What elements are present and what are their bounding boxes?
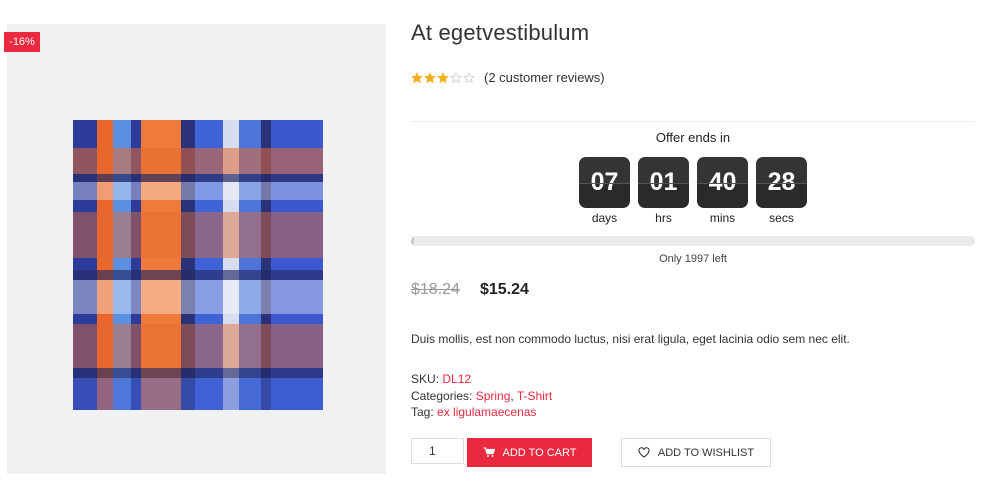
cart-icon bbox=[483, 447, 495, 457]
categories-row: Categories: Spring, T-Shirt bbox=[411, 388, 552, 405]
category-link-spring[interactable]: Spring bbox=[476, 389, 511, 403]
tag-row: Tag: ex ligulamaecenas bbox=[411, 404, 552, 421]
stock-progress-bar bbox=[411, 236, 975, 246]
quantity-input[interactable] bbox=[411, 438, 464, 464]
product-meta: SKU: DL12 Categories: Spring, T-Shirt Ta… bbox=[411, 371, 552, 421]
short-description: Duis mollis, est non commodo luctus, nis… bbox=[411, 332, 850, 346]
rating-stars bbox=[411, 71, 475, 84]
price-block: $18.24 $15.24 bbox=[411, 281, 529, 299]
star-empty-icon bbox=[463, 71, 475, 83]
countdown-timer: 07 days 01 hrs 40 mins 28 secs bbox=[579, 157, 807, 225]
product-rating: (2 customer reviews) bbox=[411, 70, 605, 85]
star-empty-icon bbox=[450, 71, 462, 83]
countdown-days-value: 07 bbox=[579, 157, 630, 208]
countdown-seconds: 28 secs bbox=[756, 157, 807, 225]
star-icon bbox=[424, 71, 436, 83]
countdown-minutes: 40 mins bbox=[697, 157, 748, 225]
add-to-cart-button[interactable]: ADD TO CART bbox=[467, 438, 592, 467]
product-title: At egetvestibulum bbox=[411, 20, 590, 45]
tag-label: Tag: bbox=[411, 405, 434, 419]
reviews-link[interactable]: (2 customer reviews) bbox=[484, 70, 605, 85]
countdown-days: 07 days bbox=[579, 157, 630, 225]
categories-label: Categories: bbox=[411, 388, 473, 403]
product-image-panel[interactable] bbox=[7, 24, 386, 474]
countdown-hours-label: hrs bbox=[655, 211, 672, 225]
category-link-tshirt[interactable]: T-Shirt bbox=[517, 389, 552, 403]
divider bbox=[411, 121, 975, 122]
sale-badge: -16% bbox=[4, 32, 40, 52]
star-icon bbox=[437, 71, 449, 83]
countdown-minutes-value: 40 bbox=[697, 157, 748, 208]
add-to-wishlist-button[interactable]: ADD TO WISHLIST bbox=[621, 438, 771, 467]
add-to-cart-label: ADD TO CART bbox=[502, 446, 577, 459]
sku-row: SKU: DL12 bbox=[411, 371, 552, 388]
sku-label: SKU: bbox=[411, 372, 440, 386]
heart-icon bbox=[638, 447, 650, 458]
countdown-hours-value: 01 bbox=[638, 157, 689, 208]
stock-progress-fill bbox=[411, 236, 414, 246]
add-to-wishlist-label: ADD TO WISHLIST bbox=[657, 446, 755, 459]
regular-price: $18.24 bbox=[411, 281, 460, 298]
product-image-scarf bbox=[73, 120, 323, 410]
star-icon bbox=[411, 71, 423, 83]
countdown-seconds-label: secs bbox=[769, 211, 794, 225]
stock-remaining: Only 1997 left bbox=[659, 253, 727, 265]
countdown-days-label: days bbox=[591, 211, 618, 225]
countdown-hours: 01 hrs bbox=[638, 157, 689, 225]
sku-value: DL12 bbox=[442, 372, 472, 386]
sale-price: $15.24 bbox=[479, 281, 529, 298]
tag-link[interactable]: ex ligulamaecenas bbox=[437, 405, 536, 419]
countdown-seconds-value: 28 bbox=[756, 157, 807, 208]
offer-label: Offer ends in bbox=[655, 130, 731, 145]
countdown-minutes-label: mins bbox=[709, 211, 736, 225]
